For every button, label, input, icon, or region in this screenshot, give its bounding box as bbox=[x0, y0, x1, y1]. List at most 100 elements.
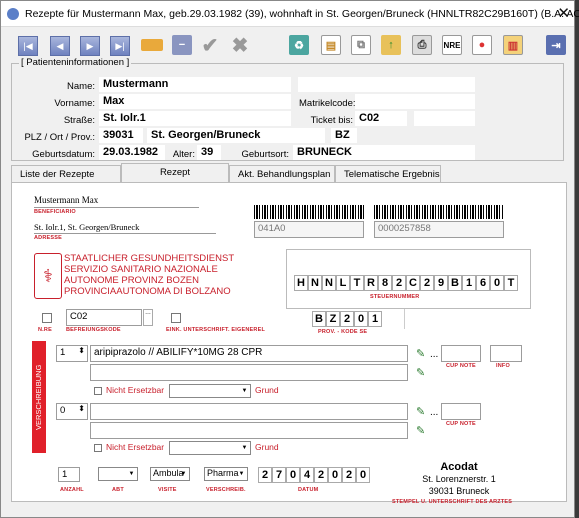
name-field[interactable]: Mustermann bbox=[99, 77, 291, 92]
geb-field[interactable]: 29.03.1982 bbox=[99, 145, 165, 160]
cupnote-1-label: CUP NOTE bbox=[446, 363, 476, 369]
edit-drug-1b-icon[interactable]: ✎ bbox=[416, 366, 428, 379]
datum-char[interactable]: 2 bbox=[314, 467, 328, 483]
geburtsort-field[interactable]: BRUNECK bbox=[293, 145, 475, 160]
copy-icon[interactable]: ⧉ bbox=[349, 33, 373, 57]
grund-2-select[interactable]: ▼ bbox=[169, 441, 251, 455]
datum-char[interactable]: 7 bbox=[272, 467, 286, 483]
steuer-char[interactable]: 0 bbox=[490, 275, 504, 291]
qty-1-value: 1 bbox=[60, 347, 66, 358]
prov-char[interactable]: 0 bbox=[354, 311, 368, 327]
print-icon[interactable]: ⎙ bbox=[410, 33, 434, 57]
datum-char[interactable]: 0 bbox=[328, 467, 342, 483]
steuer-char[interactable]: 2 bbox=[392, 275, 406, 291]
minus-icon[interactable]: − bbox=[170, 33, 194, 57]
last-icon[interactable]: ▶| bbox=[110, 36, 130, 56]
matrikel-field[interactable] bbox=[355, 94, 475, 109]
nicht-ersetzbar-2-checkbox[interactable] bbox=[94, 444, 102, 452]
steuer-char[interactable]: 1 bbox=[462, 275, 476, 291]
edit-drug-1-icon[interactable]: ✎ bbox=[416, 347, 428, 360]
ort-field[interactable]: St. Georgen/Bruneck bbox=[147, 128, 325, 143]
tab-liste[interactable]: Liste der Rezepte bbox=[11, 165, 121, 183]
prev-icon[interactable]: ◀ bbox=[50, 36, 70, 56]
tab-behandlungsplan[interactable]: Akt. Behandlungsplan bbox=[229, 165, 335, 183]
qty-2-stepper[interactable]: 0 ⬍ bbox=[56, 403, 88, 420]
steuer-char[interactable]: H bbox=[294, 275, 308, 291]
steuer-char[interactable]: L bbox=[336, 275, 350, 291]
check-icon[interactable]: ✔ bbox=[198, 33, 222, 57]
prov-char[interactable]: B bbox=[312, 311, 326, 327]
close-button[interactable]: ✕ bbox=[557, 4, 570, 22]
qty-1-spin-icon[interactable]: ⬍ bbox=[78, 346, 85, 355]
tab-rezept[interactable]: Rezept bbox=[121, 163, 229, 183]
abt-select[interactable]: ▼ bbox=[98, 467, 138, 481]
plz-label: PLZ / Ort / Prov.: bbox=[24, 132, 95, 143]
vorname-field[interactable]: Max bbox=[99, 94, 291, 109]
cancel-icon[interactable]: ✖ bbox=[228, 33, 252, 57]
einschr-checkbox[interactable] bbox=[171, 313, 181, 323]
datum-char[interactable]: 4 bbox=[300, 467, 314, 483]
export-icon[interactable]: ↑ bbox=[379, 33, 403, 57]
steuer-char[interactable]: T bbox=[350, 275, 364, 291]
verschreib-select[interactable]: Pharma ▼ bbox=[204, 467, 248, 481]
steuer-char[interactable]: 9 bbox=[434, 275, 448, 291]
rx-address: St. Iolr.1, St. Georgen/Bruneck bbox=[34, 222, 140, 232]
info-1-field[interactable] bbox=[490, 345, 522, 362]
agency-line-4: PROVINCIAAUTONOMA DI BOLZANO bbox=[64, 286, 231, 297]
befreiung-field[interactable]: C02 bbox=[66, 309, 142, 326]
edit-icon[interactable] bbox=[140, 33, 164, 57]
drug-2-field[interactable] bbox=[90, 403, 408, 420]
prov-char[interactable]: Z bbox=[326, 311, 340, 327]
prescription-panel: Mustermann Max BENEFICIARIO St. Iolr.1, … bbox=[11, 182, 567, 505]
plz-field[interactable]: 39031 bbox=[99, 128, 143, 143]
stamp-icon[interactable]: ● bbox=[470, 33, 494, 57]
document-icon[interactable]: ▤ bbox=[319, 33, 343, 57]
prov-char[interactable]: 2 bbox=[340, 311, 354, 327]
steuer-char[interactable]: C bbox=[406, 275, 420, 291]
steuer-char[interactable]: N bbox=[308, 275, 322, 291]
exit-icon[interactable]: ⇥ bbox=[544, 33, 568, 57]
visite-select[interactable]: Ambula ▼ bbox=[150, 467, 190, 481]
nicht-ersetzbar-1-checkbox[interactable] bbox=[94, 387, 102, 395]
drug-2b-field[interactable] bbox=[90, 422, 408, 439]
ticket-field[interactable]: C02 bbox=[355, 111, 407, 126]
info-1-label: INFO bbox=[496, 363, 510, 369]
nre-checkbox[interactable] bbox=[42, 313, 52, 323]
tab-telematische[interactable]: Telematische Ergebnis bbox=[335, 165, 441, 183]
edit-drug-2-icon[interactable]: ✎ bbox=[416, 405, 428, 418]
nre-icon-label: NRE bbox=[442, 35, 462, 55]
drug-1-field[interactable]: aripiprazolo // ABILIFY*10MG 28 CPR bbox=[90, 345, 408, 362]
steuer-char[interactable]: 2 bbox=[420, 275, 434, 291]
qty-1-stepper[interactable]: 1 ⬍ bbox=[56, 345, 88, 362]
strasse-field[interactable]: St. Iolr.1 bbox=[99, 111, 291, 126]
name-extra-field[interactable] bbox=[298, 77, 475, 92]
steuer-char[interactable]: 8 bbox=[378, 275, 392, 291]
drug-1b-field[interactable] bbox=[90, 364, 408, 381]
datum-char[interactable]: 2 bbox=[258, 467, 272, 483]
recycle-icon[interactable]: ♻ bbox=[287, 33, 311, 57]
cupnote-1-field[interactable] bbox=[441, 345, 481, 362]
next-icon[interactable]: ▶ bbox=[80, 36, 100, 56]
steuer-char[interactable]: T bbox=[504, 275, 518, 291]
first-icon[interactable]: |◀ bbox=[18, 36, 38, 56]
steuer-char[interactable]: B bbox=[448, 275, 462, 291]
alter-field[interactable]: 39 bbox=[197, 145, 221, 160]
ticket-extra-field[interactable] bbox=[414, 111, 475, 126]
steuer-char[interactable]: N bbox=[322, 275, 336, 291]
datum-char[interactable]: 0 bbox=[286, 467, 300, 483]
steuer-char[interactable]: 6 bbox=[476, 275, 490, 291]
steuer-char[interactable]: R bbox=[364, 275, 378, 291]
nre-icon[interactable]: NRE bbox=[440, 33, 464, 57]
grund-1-select[interactable]: ▼ bbox=[169, 384, 251, 398]
stempel-label: STEMPEL U. UNTERSCHRIFT DES ARZTES bbox=[392, 499, 513, 505]
edit-drug-2b-icon[interactable]: ✎ bbox=[416, 424, 428, 437]
qty-2-spin-icon[interactable]: ⬍ bbox=[78, 404, 85, 413]
anzahl-field[interactable]: 1 bbox=[58, 467, 80, 482]
prov-field[interactable]: BZ bbox=[331, 128, 357, 143]
befreiung-picker-button[interactable]: … bbox=[143, 309, 153, 326]
datum-char[interactable]: 2 bbox=[342, 467, 356, 483]
datum-char[interactable]: 0 bbox=[356, 467, 370, 483]
cupnote-2-field[interactable] bbox=[441, 403, 481, 420]
note-icon[interactable]: ▥ bbox=[501, 33, 525, 57]
prov-char[interactable]: 1 bbox=[368, 311, 382, 327]
